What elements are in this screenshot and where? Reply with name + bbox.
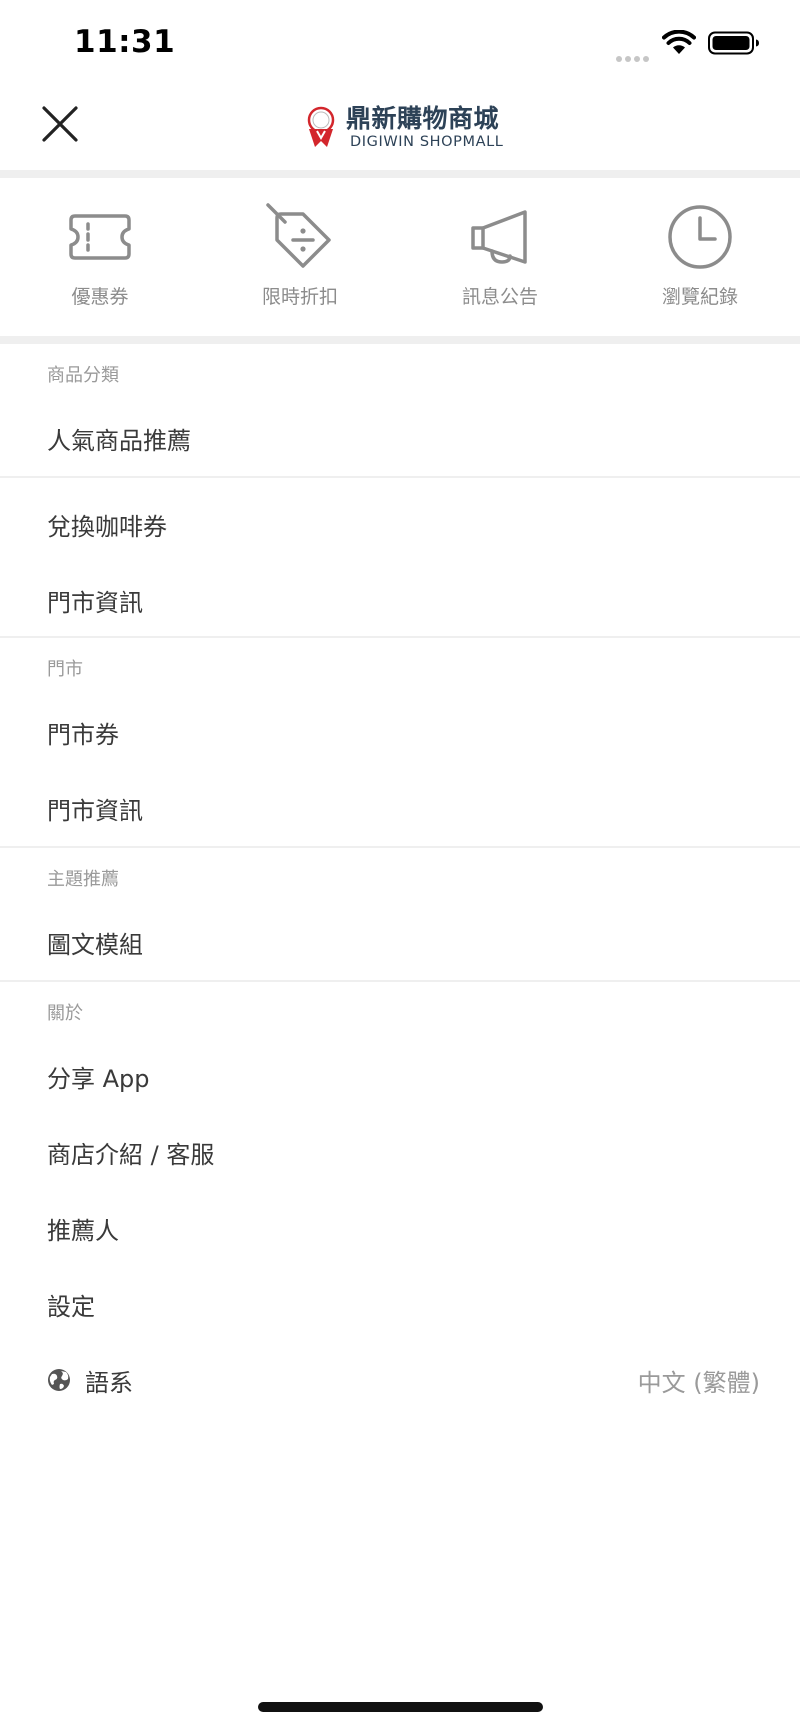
divider	[0, 476, 800, 478]
cellular-signal-icon	[616, 47, 652, 62]
menu-item-language[interactable]: 語系 中文 (繁體)	[0, 1342, 800, 1418]
megaphone-icon	[471, 210, 527, 264]
language-value: 中文 (繁體)	[637, 1368, 760, 1397]
menu-item-image-text-module[interactable]: 圖文模組	[0, 904, 800, 980]
shortcut-label: 優惠券	[71, 286, 129, 308]
menu-item-redeem-coffee-coupon[interactable]: 兌換咖啡券	[0, 486, 800, 562]
menu-item-store-intro-service[interactable]: 商店介紹 / 客服	[0, 1114, 800, 1190]
section-header-theme: 主題推薦	[47, 869, 119, 890]
language-label: 語系	[85, 1368, 133, 1397]
shortcut-browsing-history[interactable]: 瀏覽紀錄	[600, 178, 800, 336]
coupon-ticket-icon	[69, 214, 131, 260]
header-divider	[0, 170, 800, 178]
shortcut-announcements[interactable]: 訊息公告	[400, 178, 600, 336]
close-icon[interactable]	[38, 102, 82, 146]
shortcut-coupons[interactable]: 優惠券	[0, 178, 200, 336]
section-header-about: 關於	[47, 1003, 83, 1024]
menu-item-store-info[interactable]: 門市資訊	[0, 562, 800, 638]
menu-item-share-app[interactable]: 分享 App	[0, 1038, 800, 1114]
globe-icon	[48, 1369, 70, 1391]
status-bar: 11:31	[0, 0, 800, 80]
logo-subtitle: DIGIWIN SHOPMALL	[350, 134, 504, 150]
shortcut-row: 優惠券 限時折扣 訊息公告 瀏覽紀錄	[0, 178, 800, 336]
home-indicator	[258, 1702, 543, 1712]
shortcut-label: 瀏覽紀錄	[661, 286, 738, 308]
logo-title: 鼎新購物商城	[346, 104, 500, 133]
discount-tag-icon	[266, 203, 331, 268]
clock-icon	[668, 205, 732, 269]
shortcut-label: 訊息公告	[461, 286, 538, 308]
menu-item-store-info-2[interactable]: 門市資訊	[0, 770, 800, 846]
shortcut-label: 限時折扣	[261, 286, 338, 308]
logo-text: 鼎新購物商城 DIGIWIN SHOPMALL	[346, 105, 503, 151]
menu-item-popular-products[interactable]: 人氣商品推薦	[0, 400, 800, 476]
shortcut-flash-discount[interactable]: 限時折扣	[200, 178, 400, 336]
logo: 鼎新購物商城 DIGIWIN SHOPMALL	[300, 100, 503, 156]
section-header-store: 門市	[47, 659, 83, 680]
header: 鼎新購物商城 DIGIWIN SHOPMALL	[0, 80, 800, 170]
section-header-products: 商品分類	[47, 365, 119, 386]
status-time: 11:31	[74, 24, 176, 60]
battery-icon	[708, 31, 759, 55]
menu-item-store-coupon[interactable]: 門市券	[0, 694, 800, 770]
side-menu: 商品分類 人氣商品推薦 兌換咖啡券 門市資訊 門市 門市券 門市資訊 主題推薦 …	[0, 344, 800, 1418]
menu-item-referrer[interactable]: 推薦人	[0, 1190, 800, 1266]
logo-icon	[307, 106, 335, 147]
menu-item-settings[interactable]: 設定	[0, 1266, 800, 1342]
shortcut-divider	[0, 336, 800, 344]
wifi-icon	[662, 30, 696, 54]
